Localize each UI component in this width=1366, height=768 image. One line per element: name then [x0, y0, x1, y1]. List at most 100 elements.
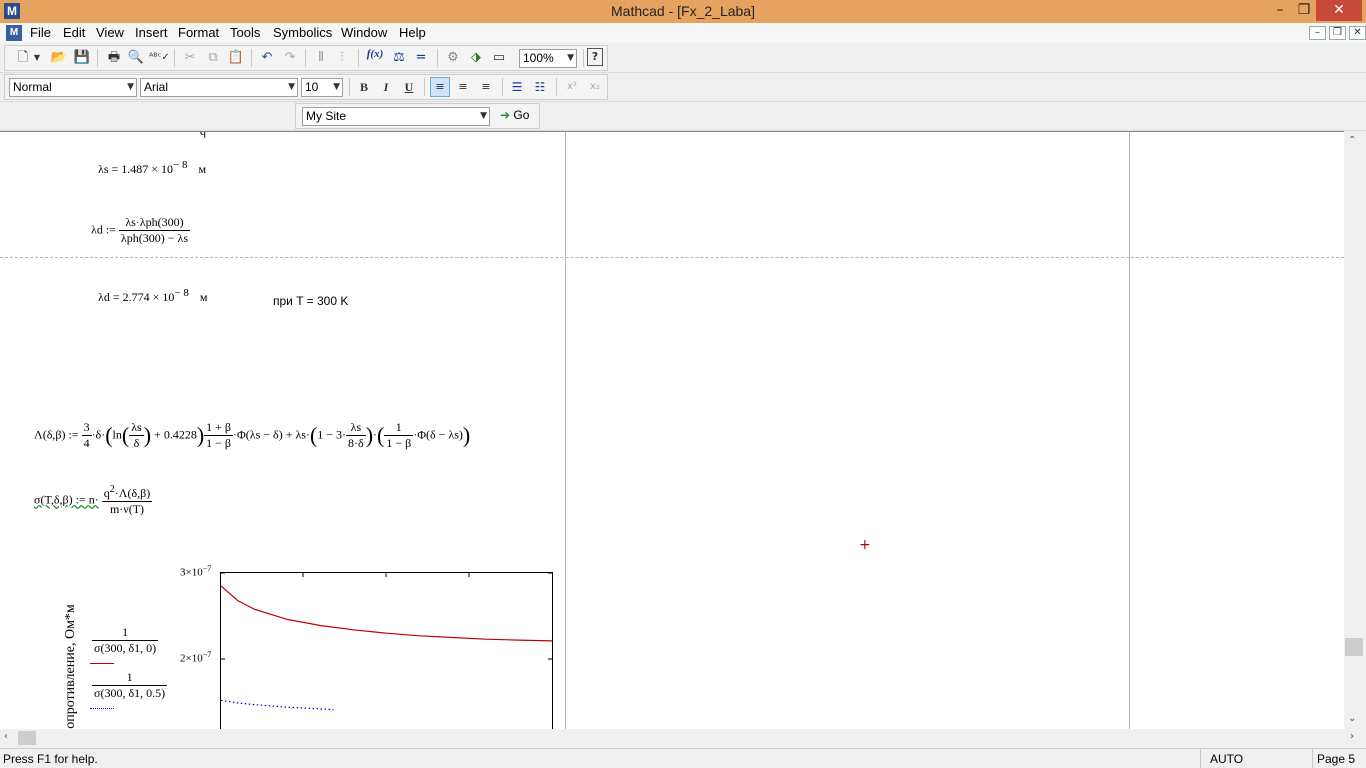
close-icon[interactable]: ✕ [1316, 0, 1362, 21]
new-file-icon[interactable]: 🗋 [13, 48, 33, 68]
worksheet[interactable]: ··q λs = 1.487 × 10− 8 м λd := λs·λph(30… [0, 131, 1344, 729]
menu-help[interactable]: Help [399, 25, 426, 40]
undo-icon[interactable]: ↶ [257, 48, 277, 68]
align-right-icon[interactable]: ≡ [476, 77, 496, 97]
url-select[interactable]: My Site ▼ [302, 107, 490, 126]
sigma-fraction: q2·Λ(δ,β) m·ν(T) [101, 484, 153, 517]
y-tick-top: 3×10−7 [180, 564, 211, 579]
menu-view[interactable]: View [96, 25, 124, 40]
Lambda-part-4: 1 − 3· [317, 427, 347, 442]
numbering-icon[interactable]: ☷ [530, 77, 550, 97]
inverse-num: 1 [384, 420, 414, 436]
document-icon[interactable]: M [6, 25, 22, 41]
align-center-icon[interactable]: ≡ [453, 77, 473, 97]
lambda-s-result[interactable]: λs = 1.487 × 10− 8 м [98, 159, 206, 177]
spell-check-icon[interactable]: ᴬᴮᶜ✓ [149, 48, 170, 68]
vertical-scrollbar[interactable]: ⌃ ⌄ [1344, 131, 1366, 729]
subscript-icon[interactable]: x₂ [585, 77, 605, 97]
Lambda-part-1: ·δ· [91, 427, 106, 442]
save-icon[interactable]: 💾 [72, 48, 92, 68]
sigma-numerator: q2·Λ(δ,β) [101, 484, 153, 502]
legend-series-1[interactable]: 1 σ(300, δ1, 0) [92, 625, 159, 656]
plot-y-label-box: сопротивление, Ом*м [58, 570, 78, 729]
y-tick-mid-base: 2×10 [180, 652, 203, 665]
horizontal-scroll-thumb[interactable] [18, 731, 36, 745]
vertical-scroll-thumb[interactable] [1345, 638, 1363, 656]
calculate-icon[interactable]: = [411, 48, 431, 68]
menu-symbolics[interactable]: Symbolics [273, 25, 332, 40]
standard-toolbar: 🗋 ▼ 📂 💾 🖶 🔍 ᴬᴮᶜ✓ ✂ ⧉ 📋 ↶ ↷ ⫴ ⫶ f(x) ⚖ = … [0, 43, 1366, 73]
font-select[interactable]: Arial ▼ [140, 78, 298, 97]
paren: ) [196, 422, 205, 448]
print-preview-icon[interactable]: 🔍 [126, 48, 146, 68]
insert-region-icon[interactable]: ▭ [489, 48, 509, 68]
paren: ) [143, 422, 152, 448]
insert-function-icon[interactable]: f(x) [365, 48, 385, 68]
cut-icon[interactable]: ✂ [180, 48, 200, 68]
menu-file[interactable]: File [30, 25, 51, 40]
go-arrow-icon: ➜ [500, 108, 511, 122]
zoom-select[interactable]: 100% ▼ [519, 49, 577, 68]
toolbar-separator [97, 49, 98, 67]
legend-series-2[interactable]: 1 σ(300, δ1, 0.5) [92, 670, 168, 701]
open-folder-icon[interactable]: 📂 [49, 48, 69, 68]
temperature-note[interactable]: при T = 300 K [273, 294, 348, 308]
Lambda-lhs: Λ(δ,β) := [34, 427, 79, 442]
superscript-icon[interactable]: x² [562, 77, 582, 97]
go-button[interactable]: ➜ Go [500, 108, 529, 122]
doc-minimize-icon[interactable]: – [1309, 26, 1326, 40]
lambda-d-definition[interactable]: λd := λs·λph(300) λph(300) − λs [91, 215, 190, 246]
paren: ) [462, 422, 471, 448]
scroll-left-icon[interactable]: ‹ [4, 731, 8, 742]
formatting-toolbar: Normal ▼ Arial ▼ 10 ▼ B I U ≡ ≡ ≡ ☰ ☷ x²… [0, 73, 1366, 102]
lambda-s-expression: λs = 1.487 × 10 [98, 162, 174, 176]
toolbar-separator [358, 49, 359, 67]
font-size-select[interactable]: 10 ▼ [301, 78, 343, 97]
plot-area[interactable] [220, 572, 554, 729]
resource-center-icon[interactable]: ⬗ [466, 48, 486, 68]
scroll-down-icon[interactable]: ⌄ [1348, 713, 1356, 724]
sigma-definition[interactable]: σ(T,δ,β) := n· q2·Λ(δ,β) m·ν(T) [34, 484, 153, 517]
insert-component-icon[interactable]: ⚙ [443, 48, 463, 68]
style-select[interactable]: Normal ▼ [9, 78, 137, 97]
menu-window[interactable]: Window [341, 25, 387, 40]
lambda-s-exponent: − 8 [173, 159, 188, 171]
paste-icon[interactable]: 📋 [226, 48, 246, 68]
new-dropdown-icon[interactable]: ▼ [31, 48, 43, 68]
restore-icon[interactable]: ❐ [1290, 0, 1318, 21]
redo-icon[interactable]: ↷ [280, 48, 300, 68]
lambda-d-unit: м [199, 290, 208, 304]
align-down-icon[interactable]: ⫶ [332, 48, 352, 68]
scroll-up-icon[interactable]: ⌃ [1348, 135, 1356, 146]
doc-restore-icon[interactable]: ❐ [1329, 26, 1346, 40]
underline-icon[interactable]: U [399, 77, 419, 97]
bullets-icon[interactable]: ☰ [507, 77, 527, 97]
menu-tools[interactable]: Tools [230, 25, 260, 40]
help-icon[interactable]: ? [587, 48, 603, 66]
chevron-down-icon: ▼ [288, 82, 295, 92]
bold-icon[interactable]: B [354, 77, 374, 97]
print-icon[interactable]: 🖶 [104, 48, 124, 68]
insert-unit-icon[interactable]: ⚖ [389, 48, 409, 68]
align-across-icon[interactable]: ⫴ [311, 48, 331, 68]
Lambda-definition[interactable]: Λ(δ,β) := 3 4 ·δ·(ln(λs δ) + 0.4228) 1 + β1 … [34, 420, 470, 451]
y-tick-mid: 2×10−7 [180, 650, 211, 665]
menu-insert[interactable]: Insert [135, 25, 168, 40]
menu-edit[interactable]: Edit [63, 25, 85, 40]
horizontal-scrollbar[interactable]: ‹ › [0, 729, 1366, 748]
ln-fraction: λs δ [129, 420, 144, 451]
menu-format[interactable]: Format [178, 25, 219, 40]
crosshair-cursor: + [859, 537, 871, 553]
italic-icon[interactable]: I [376, 77, 396, 97]
scroll-right-icon[interactable]: › [1350, 731, 1354, 742]
legend-1-fraction: 1 σ(300, δ1, 0) [92, 625, 159, 656]
zoom-value: 100% [523, 51, 554, 65]
legend-2-fraction: 1 σ(300, δ1, 0.5) [92, 670, 168, 701]
copy-icon[interactable]: ⧉ [203, 48, 223, 68]
lambda-d-result[interactable]: λd = 2.774 × 10− 8 м [98, 287, 207, 305]
doc-close-icon[interactable]: ✕ [1349, 26, 1366, 40]
align-left-icon[interactable]: ≡ [430, 77, 450, 97]
y-tick-top-exp: −7 [202, 564, 212, 573]
formatting-toolbar-group: Normal ▼ Arial ▼ 10 ▼ B I U ≡ ≡ ≡ ☰ ☷ x²… [4, 74, 608, 100]
toolbar-separator [349, 78, 350, 96]
